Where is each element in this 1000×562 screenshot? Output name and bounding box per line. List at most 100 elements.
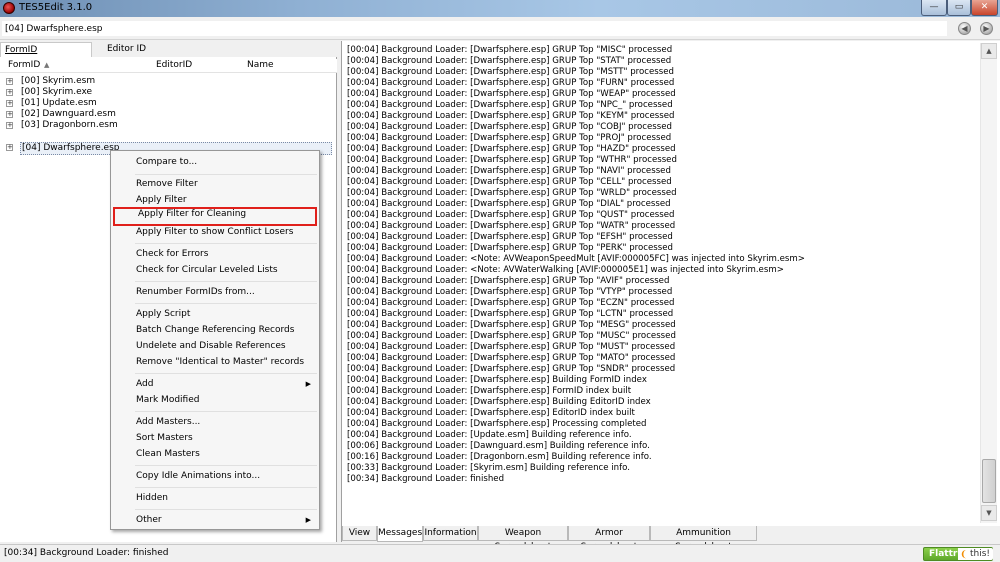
log-line: [00:04] Background Loader: [Dwarfsphere.…	[347, 364, 676, 374]
menu-item-compare-to[interactable]: Compare to...	[113, 155, 317, 170]
tree-row[interactable]: + [03] Dragonborn.esm	[0, 120, 337, 131]
log-line: [00:04] Background Loader: [Dwarfsphere.…	[347, 320, 676, 330]
window-title: TES5Edit 3.1.0	[19, 2, 93, 13]
submenu-arrow-icon: ▶	[305, 380, 311, 388]
tab-editor-id[interactable]: Editor ID	[103, 42, 193, 57]
log-line: [00:04] Background Loader: [Dwarfsphere.…	[347, 397, 651, 407]
forward-arrow-icon[interactable]: ▶	[980, 22, 993, 35]
tree-row[interactable]: + [01] Update.esm	[0, 98, 337, 109]
menu-item-undelete-disable-references[interactable]: Undelete and Disable References	[113, 339, 317, 354]
tab-weapon-spreadsheet[interactable]: Weapon Spreadsheet	[478, 526, 568, 552]
minimize-button[interactable]: —	[921, 0, 947, 16]
menu-item-remove-identical-to-master[interactable]: Remove "Identical to Master" records	[113, 355, 317, 370]
tree-row-label: [01] Update.esm	[21, 98, 97, 108]
tree-row[interactable]: + [00] Skyrim.exe	[0, 87, 337, 98]
maximize-button[interactable]: ▭	[947, 0, 971, 16]
menu-item-clean-masters[interactable]: Clean Masters	[113, 447, 317, 462]
log-line: [00:04] Background Loader: [Dwarfsphere.…	[347, 243, 673, 253]
menu-item-add-masters[interactable]: Add Masters...	[113, 415, 317, 430]
log-line: [00:04] Background Loader: [Dwarfsphere.…	[347, 287, 673, 297]
menu-item-apply-filter[interactable]: Apply Filter	[113, 193, 317, 208]
column-formid[interactable]: FormID	[8, 59, 40, 72]
menu-separator	[135, 509, 317, 510]
log-line: [00:04] Background Loader: [Dwarfsphere.…	[347, 122, 672, 132]
menu-item-add[interactable]: Add ▶	[113, 377, 317, 392]
log-line: [00:06] Background Loader: [Dawnguard.es…	[347, 441, 650, 451]
scroll-up-icon[interactable]: ▲	[981, 43, 997, 59]
menu-item-remove-filter[interactable]: Remove Filter	[113, 177, 317, 192]
log-line: [00:04] Background Loader: [Dwarfsphere.…	[347, 144, 676, 154]
log-line: [00:34] Background Loader: finished	[347, 474, 505, 484]
tab-information[interactable]: Information	[423, 526, 478, 541]
path-bar: [04] Dwarfsphere.esp ◀ ▶	[0, 17, 1000, 40]
scrollbar-thumb[interactable]	[982, 459, 996, 503]
log-line: [00:04] Background Loader: [Dwarfsphere.…	[347, 89, 676, 99]
log-line: [00:04] Background Loader: [Dwarfsphere.…	[347, 342, 676, 352]
menu-item-copy-idle-animations[interactable]: Copy Idle Animations into...	[113, 469, 317, 484]
column-name[interactable]: Name	[247, 59, 274, 72]
menu-item-apply-filter-for-cleaning[interactable]: Apply Filter for Cleaning	[113, 207, 317, 226]
messages-log: [00:04] Background Loader: [Dwarfsphere.…	[342, 45, 980, 525]
menu-item-check-circular-leveled-lists[interactable]: Check for Circular Leveled Lists	[113, 263, 317, 278]
log-line: [00:04] Background Loader: [Dwarfsphere.…	[347, 353, 676, 363]
expand-icon[interactable]: +	[6, 78, 13, 85]
menu-item-mark-modified[interactable]: Mark Modified	[113, 393, 317, 408]
log-line: [00:04] Background Loader: [Dwarfsphere.…	[347, 45, 673, 55]
log-line: [00:04] Background Loader: [Dwarfsphere.…	[347, 386, 632, 396]
flattr-button[interactable]: Flattr ❨ this!	[923, 547, 993, 561]
tab-ammunition-spreadsheet[interactable]: Ammunition Spreadsheet	[650, 526, 757, 552]
menu-separator	[135, 411, 317, 412]
tree-row[interactable]: + [00] Skyrim.esm	[0, 76, 337, 87]
menu-item-check-for-errors[interactable]: Check for Errors	[113, 247, 317, 262]
menu-item-sort-masters[interactable]: Sort Masters	[113, 431, 317, 446]
menu-item-other[interactable]: Other ▶	[113, 513, 317, 528]
tree-row[interactable]: + [02] Dawnguard.esm	[0, 109, 337, 120]
tab-view[interactable]: View	[342, 526, 377, 541]
status-bar: [00:34] Background Loader: finished Flat…	[0, 544, 1000, 562]
log-line: [00:04] Background Loader: [Dwarfsphere.…	[347, 408, 635, 418]
log-line: [00:04] Background Loader: [Dwarfsphere.…	[347, 177, 672, 187]
expand-icon[interactable]: +	[6, 111, 13, 118]
tab-armor-spreadsheet[interactable]: Armor Spreadsheet	[568, 526, 650, 552]
menu-item-renumber-formids[interactable]: Renumber FormIDs from...	[113, 285, 317, 300]
flattr-this-text: this!	[970, 549, 991, 559]
log-line: [00:04] Background Loader: [Dwarfsphere.…	[347, 199, 671, 209]
back-arrow-icon[interactable]: ◀	[958, 22, 971, 35]
flattr-this-label: ❨ this!	[958, 548, 993, 560]
menu-item-apply-script[interactable]: Apply Script	[113, 307, 317, 322]
expand-icon[interactable]: +	[6, 89, 13, 96]
menu-item-apply-filter-conflict-losers[interactable]: Apply Filter to show Conflict Losers	[113, 225, 317, 240]
submenu-arrow-icon: ▶	[305, 516, 311, 524]
expand-icon[interactable]: +	[6, 100, 13, 107]
log-line: [00:04] Background Loader: [Dwarfsphere.…	[347, 188, 677, 198]
menu-item-hidden[interactable]: Hidden	[113, 491, 317, 506]
log-line: [00:04] Background Loader: [Dwarfsphere.…	[347, 166, 671, 176]
log-line: [00:04] Background Loader: [Dwarfsphere.…	[347, 133, 672, 143]
log-line: [00:04] Background Loader: [Dwarfsphere.…	[347, 375, 647, 385]
tab-messages[interactable]: Messages	[377, 526, 423, 542]
expand-icon[interactable]: +	[6, 122, 13, 129]
tree-column-header: FormID ▲ EditorID Name	[0, 59, 337, 73]
path-field[interactable]: [04] Dwarfsphere.esp	[2, 21, 947, 36]
app-icon	[3, 2, 15, 14]
bottom-tab-strip: View Messages Information Weapon Spreads…	[342, 526, 1000, 552]
tree-row-label: [00] Skyrim.exe	[21, 87, 93, 97]
vertical-scrollbar[interactable]: ▲ ▼	[980, 43, 997, 523]
tree-row-label: [03] Dragonborn.esm	[21, 120, 118, 130]
menu-separator	[135, 487, 317, 488]
expand-icon[interactable]: +	[6, 144, 13, 151]
scroll-down-icon[interactable]: ▼	[981, 505, 997, 521]
log-line: [00:04] Background Loader: [Dwarfsphere.…	[347, 111, 675, 121]
menu-item-batch-change-referencing[interactable]: Batch Change Referencing Records	[113, 323, 317, 338]
menu-separator	[135, 243, 317, 244]
sort-ascending-icon: ▲	[44, 61, 50, 69]
tab-formid[interactable]: FormID	[0, 42, 92, 57]
title-bar: TES5Edit 3.1.0 — ▭ ✕	[0, 0, 1000, 17]
menu-separator	[135, 174, 317, 175]
close-button[interactable]: ✕	[971, 0, 998, 16]
log-line: [00:04] Background Loader: [Dwarfsphere.…	[347, 419, 647, 429]
log-line: [00:04] Background Loader: [Dwarfsphere.…	[347, 100, 673, 110]
messages-pane: [00:04] Background Loader: [Dwarfsphere.…	[341, 41, 1000, 552]
column-editorid[interactable]: EditorID	[156, 59, 192, 72]
log-line: [00:33] Background Loader: [Skyrim.esm] …	[347, 463, 630, 473]
